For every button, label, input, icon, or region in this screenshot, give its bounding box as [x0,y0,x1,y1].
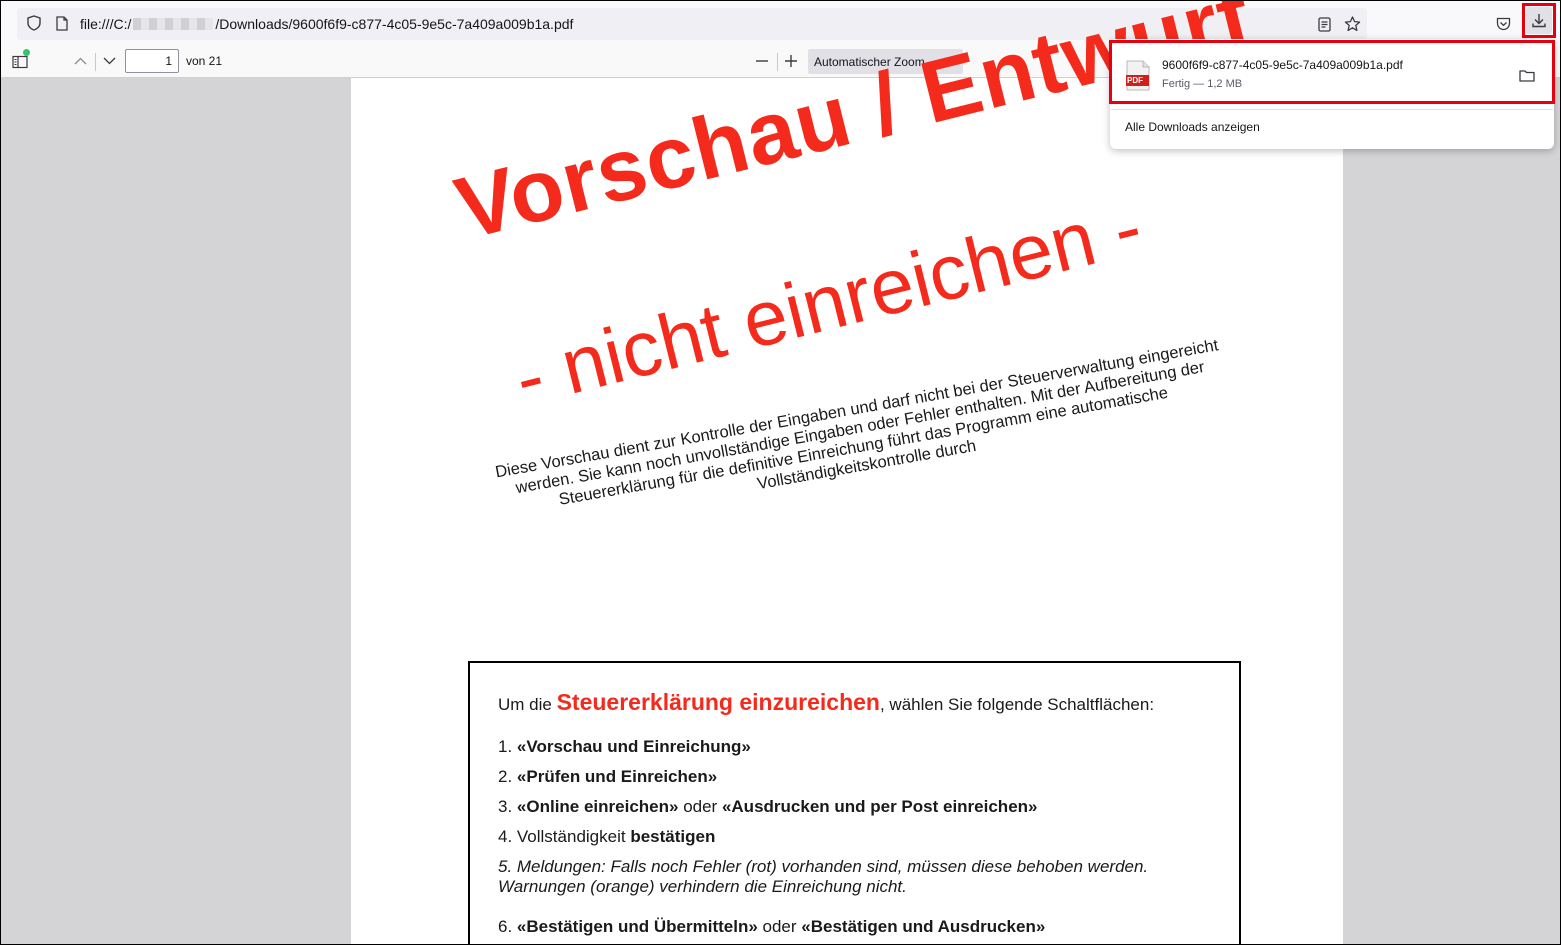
previous-page-icon[interactable] [71,52,89,70]
instruction-step-2: 2. «Prüfen und Einreichen» [498,767,717,787]
bookmark-star-icon[interactable] [1342,14,1362,34]
url-suffix: /Downloads/9600f6f9-c877-4c05-9e5c-7a409… [215,16,574,32]
page-icon [53,14,71,32]
instructions-intro: Um die Steuererklärung einzureichen, wäh… [498,689,1154,716]
show-all-downloads-link[interactable]: Alle Downloads anzeigen [1125,120,1260,134]
step-text: 4. Vollständigkeit [498,827,631,846]
instruction-step-4: 4. Vollständigkeit bestätigen [498,827,715,847]
step-connector: oder [757,917,802,936]
instruction-step-3: 3. «Online einreichen» oder «Ausdrucken … [498,797,1037,817]
pdf-file-type: PDF [1127,76,1143,85]
url-text[interactable]: file:///C:/ /Downloads/9600f6f9-c877-4c05… [80,16,573,32]
pdf-file-icon: PDF [1124,60,1151,91]
pocket-icon[interactable] [1493,14,1513,34]
zoom-out-icon[interactable] [753,52,771,70]
notification-dot [23,49,30,56]
step-label: «Vorschau und Einreichung» [516,737,751,756]
redacted-path [133,18,214,30]
reader-view-icon[interactable] [1314,14,1334,34]
step-label: «Bestätigen und Ausdrucken» [801,917,1046,936]
download-file-name[interactable]: 9600f6f9-c877-4c05-9e5c-7a409a009b1a.pdf [1162,58,1403,72]
step-number: 3. [498,797,517,816]
step-number: 6. [498,917,517,936]
page-number-input[interactable]: 1 [125,49,179,73]
instruction-step-1: 1. «Vorschau und Einreichung» [498,737,751,757]
intro-highlight: Steuererklärung einzureichen [556,689,880,715]
url-prefix: file:///C:/ [80,16,132,32]
step-label: «Prüfen und Einreichen» [516,767,718,786]
download-button-highlight [1522,3,1556,38]
instruction-step-5: 5. Meldungen: Falls noch Fehler (rot) vo… [498,857,1149,896]
folder-icon[interactable] [1516,64,1538,86]
step-label: «Online einreichen» [516,797,679,816]
toolbar-separator [777,53,778,71]
step-number: 2. [498,767,517,786]
step-label: bestätigen [630,827,716,846]
step-label: «Ausdrucken und per Post einreichen» [721,797,1038,816]
toolbar-separator [95,53,96,71]
zoom-in-icon[interactable] [782,52,800,70]
intro-suffix: , wählen Sie folgende Schaltflächen: [879,695,1155,714]
download-file-status: Fertig — 1,2 MB [1162,78,1243,90]
browser-window: file:///C:/ /Downloads/9600f6f9-c877-4c05… [0,0,1561,945]
intro-prefix: Um die [498,695,557,714]
step-number: 1. [498,737,517,756]
download-item-highlight[interactable] [1109,40,1555,104]
page-count-label: von 21 [186,54,223,68]
instruction-step-6: 6. «Bestätigen und Übermitteln» oder «Be… [498,917,1045,937]
next-page-icon[interactable] [100,52,118,70]
downloads-divider [1111,109,1553,110]
step-connector: oder [678,797,722,816]
shield-icon[interactable] [25,14,43,32]
step-label: «Bestätigen und Übermitteln» [516,917,758,936]
